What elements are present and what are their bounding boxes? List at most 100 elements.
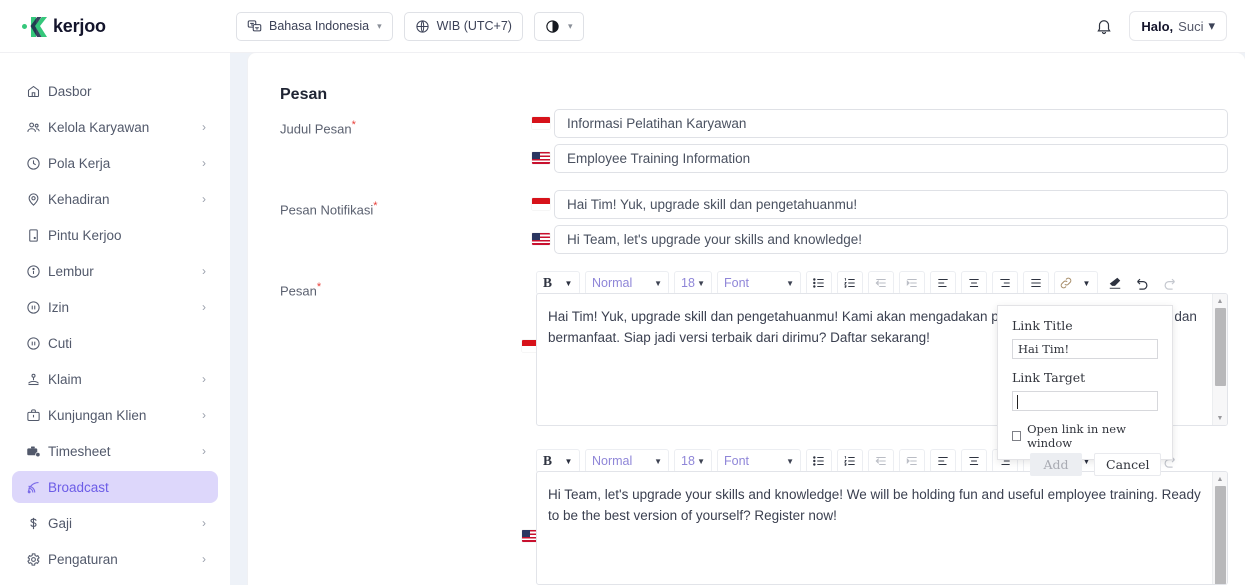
pesan-notifikasi-id-input[interactable]: Hai Tim! Yuk, upgrade skill dan pengetah… (554, 190, 1228, 219)
chevron-right-icon: › (202, 408, 206, 422)
sidebar-item-label: Timesheet (48, 443, 111, 459)
judul-pesan-id-input[interactable]: Informasi Pelatihan Karyawan (554, 109, 1228, 138)
scroll-down-icon[interactable]: ▼ (1213, 411, 1228, 425)
sidebar-item-dasbor[interactable]: Dasbor (12, 75, 218, 107)
chevron-right-icon: › (202, 156, 206, 170)
sidebar-item-izin[interactable]: Izin › (12, 291, 218, 323)
home-icon (26, 84, 48, 99)
flag-us-icon (532, 233, 550, 245)
chevron-down-icon[interactable]: ▼ (558, 272, 579, 294)
bullet-list-icon[interactable] (806, 271, 832, 295)
outdent-icon[interactable] (868, 271, 894, 295)
chevron-down-icon: ▼ (697, 278, 705, 288)
sidebar-item-pengaturan[interactable]: Pengaturan › (12, 543, 218, 575)
cancel-link-button[interactable]: Cancel (1094, 453, 1162, 476)
sidebar-item-label: Gaji (48, 515, 73, 531)
required-mark: * (316, 281, 322, 293)
flag-indonesia-icon (532, 117, 550, 129)
font-size-select[interactable]: 18 ▼ (674, 271, 712, 295)
scroll-track[interactable] (1213, 308, 1228, 411)
location-pin-icon (26, 192, 48, 207)
chevron-down-icon: ▼ (654, 456, 662, 466)
sidebar-item-kehadiran[interactable]: Kehadiran › (12, 183, 218, 215)
align-left-icon[interactable] (930, 271, 956, 295)
user-menu[interactable]: Halo, Suci ▾ (1129, 11, 1227, 41)
sidebar-item-pintu-kerjoo[interactable]: Pintu Kerjoo (12, 219, 218, 251)
required-mark: * (373, 200, 378, 212)
language-selector[interactable]: Bahasa Indonesia ▾ (236, 11, 393, 41)
pesan-notifikasi-en-input[interactable]: Hi Team, let's upgrade your skills and k… (554, 225, 1228, 254)
undo-icon[interactable] (1130, 271, 1154, 295)
bold-group: B ▼ (536, 449, 580, 473)
chevron-right-icon: › (202, 552, 206, 566)
timezone-selector[interactable]: WIB (UTC+7) (403, 11, 523, 41)
kerjoo-logo[interactable]: kerjoo (22, 16, 106, 37)
indent-icon[interactable] (899, 271, 925, 295)
sidebar-item-broadcast[interactable]: Broadcast (12, 471, 218, 503)
numbered-list-icon[interactable] (837, 271, 863, 295)
align-center-icon[interactable] (961, 449, 987, 473)
users-icon (26, 120, 48, 135)
font-family-select[interactable]: Font ▼ (717, 271, 801, 295)
door-icon (26, 228, 48, 243)
link-target-input[interactable] (1012, 391, 1158, 411)
judul-pesan-en-input[interactable]: Employee Training Information (554, 144, 1228, 173)
align-right-icon[interactable] (992, 271, 1018, 295)
redo-icon (1157, 271, 1181, 295)
scroll-track[interactable] (1213, 486, 1228, 584)
editor-scrollbar[interactable]: ▲ ▼ (1212, 294, 1227, 425)
heading-select[interactable]: Normal ▼ (585, 271, 669, 295)
sidebar-item-label: Lembur (48, 263, 94, 279)
bold-button[interactable]: B (537, 272, 558, 294)
scroll-thumb (1214, 486, 1226, 584)
app-root: kerjoo Bahasa Indonesia ▾ WIB (UTC+7) ▾ … (0, 0, 1245, 585)
logo-zone: kerjoo (0, 0, 230, 53)
sidebar-item-timesheet[interactable]: Timesheet › (12, 435, 218, 467)
bell-icon[interactable] (1093, 15, 1115, 37)
sidebar-item-kelola-karyawan[interactable]: Kelola Karyawan › (12, 111, 218, 143)
align-center-icon[interactable] (961, 271, 987, 295)
required-mark: * (351, 119, 356, 131)
bold-button[interactable]: B (537, 450, 558, 472)
align-justify-icon[interactable] (1023, 271, 1049, 295)
numbered-list-icon[interactable] (837, 449, 863, 473)
font-size-select[interactable]: 18 ▼ (674, 449, 712, 473)
sidebar-item-label: Kehadiran (48, 191, 110, 207)
sidebar-item-label: Izin (48, 299, 70, 315)
add-link-button[interactable]: Add (1030, 453, 1082, 476)
chevron-down-icon[interactable]: ▼ (558, 450, 579, 472)
sidebar-item-cuti[interactable]: Cuti (12, 327, 218, 359)
sidebar-item-label: Dasbor (48, 83, 92, 99)
chevron-down-icon[interactable]: ▼ (1076, 272, 1097, 294)
sidebar-item-kunjungan-klien[interactable]: Kunjungan Klien › (12, 399, 218, 431)
outdent-icon[interactable] (868, 449, 894, 473)
sidebar-item-gaji[interactable]: Gaji › (12, 507, 218, 539)
pesan-en-editor-text: Hi Team, let's upgrade your skills and k… (548, 487, 1201, 523)
link-icon[interactable] (1055, 272, 1076, 294)
user-name: Suci (1178, 18, 1204, 34)
editor-scrollbar[interactable]: ▲ (1212, 472, 1227, 584)
language-label: Bahasa Indonesia (269, 19, 370, 33)
clock-icon (26, 156, 48, 171)
open-in-new-window-checkbox[interactable]: Open link in new window (1012, 422, 1158, 450)
topbar-controls: Bahasa Indonesia ▾ WIB (UTC+7) ▾ (230, 11, 584, 41)
flag-us-icon (532, 152, 550, 164)
topbar-right: Halo, Suci ▾ (1093, 11, 1245, 41)
sidebar-item-klaim[interactable]: Klaim › (12, 363, 218, 395)
scroll-up-icon[interactable]: ▲ (1213, 294, 1228, 308)
align-left-icon[interactable] (930, 449, 956, 473)
theme-toggle[interactable]: ▾ (533, 11, 584, 41)
sidebar-item-lembur[interactable]: Lembur › (12, 255, 218, 287)
font-family-select[interactable]: Font ▼ (717, 449, 801, 473)
heading-select[interactable]: Normal ▼ (585, 449, 669, 473)
sidebar-item-pola-kerja[interactable]: Pola Kerja › (12, 147, 218, 179)
pesan-en-editor[interactable]: Hi Team, let's upgrade your skills and k… (536, 471, 1228, 585)
scroll-up-icon[interactable]: ▲ (1213, 472, 1228, 486)
indent-icon[interactable] (899, 449, 925, 473)
timesheet-icon (26, 444, 48, 459)
link-title-input[interactable]: Hai Tim! (1012, 339, 1158, 359)
chevron-right-icon: › (202, 372, 206, 386)
bullet-list-icon[interactable] (806, 449, 832, 473)
eraser-icon[interactable] (1103, 271, 1127, 295)
link-dialog-actions: Add Cancel (1030, 453, 1162, 476)
